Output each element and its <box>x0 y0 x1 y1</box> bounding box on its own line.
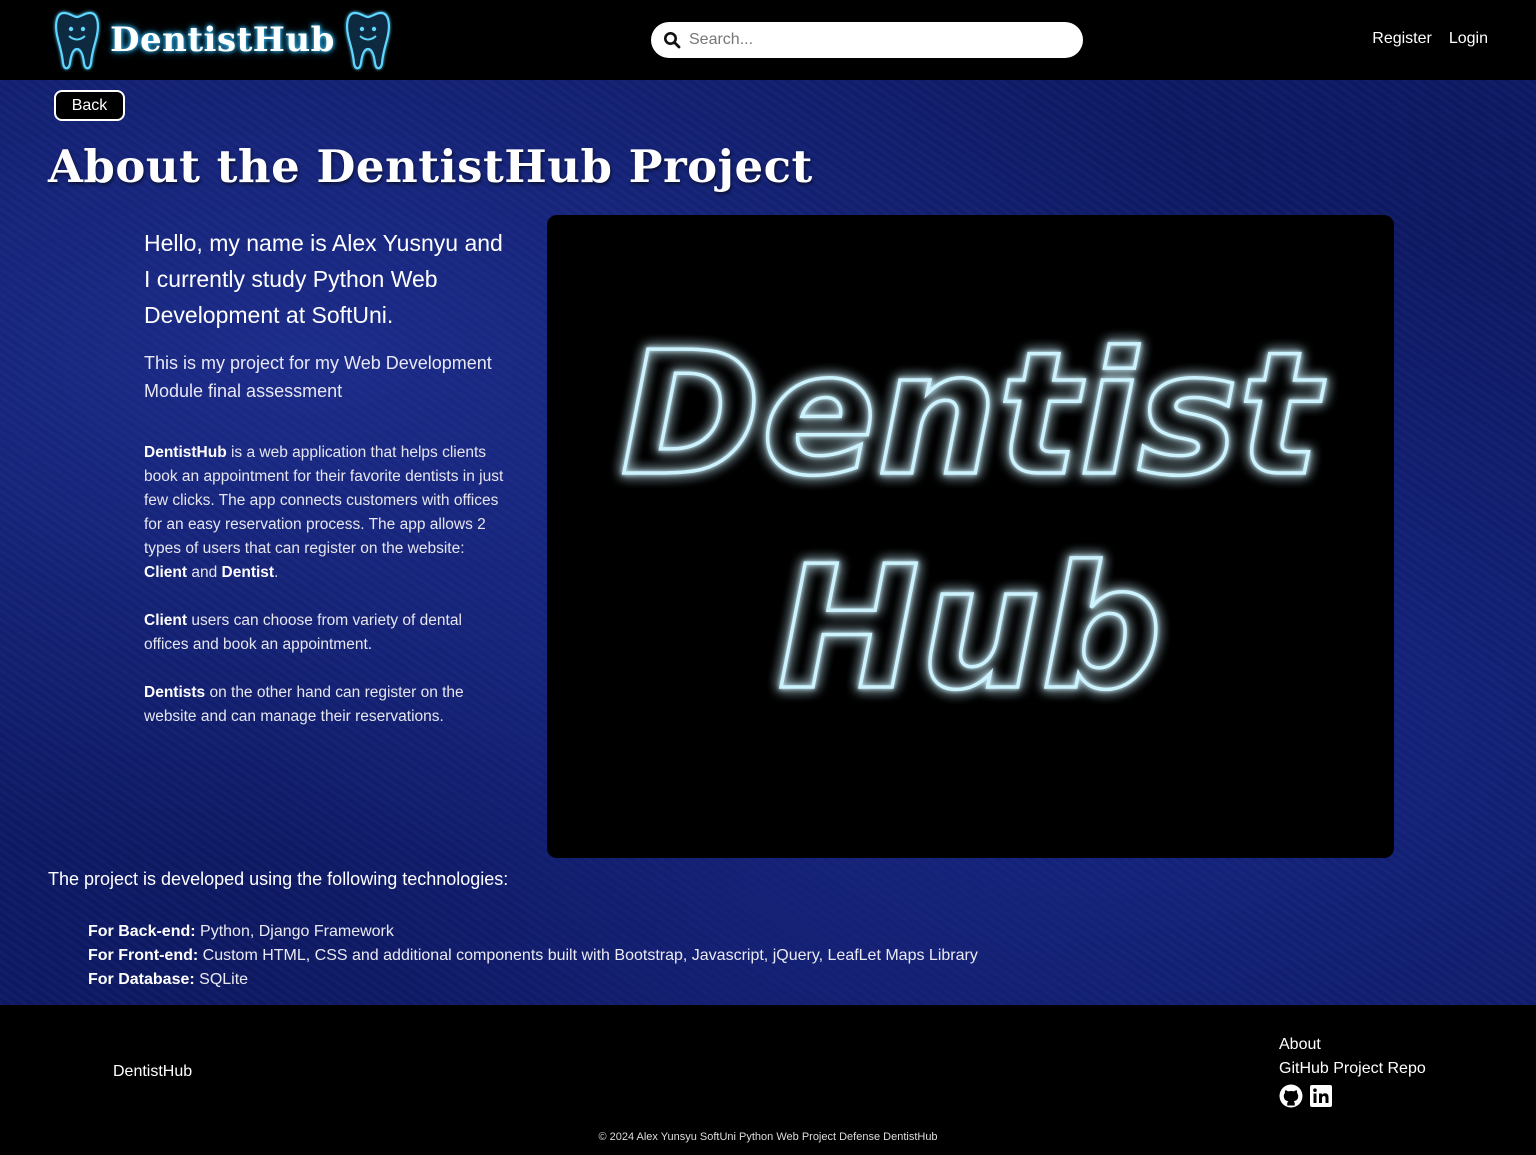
brand-name: DentistHub <box>110 20 335 60</box>
tech-label: For Back-end: <box>88 923 196 940</box>
tech-intro: The project is developed using the follo… <box>48 869 509 889</box>
subintro-text: This is my project for my Web Developmen… <box>144 353 492 401</box>
tooth-icon <box>345 11 390 70</box>
logo-line2: Hub <box>778 530 1163 728</box>
logo-line1: Dentist <box>620 316 1325 514</box>
social-links <box>1279 1084 1333 1108</box>
navbar: DentistHub Register Login <box>0 0 1536 80</box>
client-paragraph: Client users can choose from variety of … <box>144 609 504 657</box>
tech-value: Custom HTML, CSS and additional componen… <box>198 947 978 964</box>
main-content: Back About the DentistHub Project Hello,… <box>0 80 1536 1005</box>
search-icon[interactable] <box>663 31 681 49</box>
footer-brand[interactable]: DentistHub <box>113 1063 192 1081</box>
neon-logo: Dentist Hub <box>619 314 1328 730</box>
search-input[interactable] <box>689 31 1069 49</box>
tech-label: For Database: <box>88 971 195 988</box>
login-link[interactable]: Login <box>1449 30 1488 48</box>
github-repo-link[interactable]: GitHub Project Repo <box>1279 1057 1426 1081</box>
bold-text: Client <box>144 612 188 629</box>
description-paragraph: DentistHub is a web application that hel… <box>144 441 504 585</box>
text: and <box>187 564 222 581</box>
copyright: © 2024 Alex Yunsyu SoftUni Python Web Pr… <box>598 1131 938 1143</box>
tooth-icon <box>55 11 99 70</box>
dentist-paragraph: Dentists on the other hand can register … <box>144 681 504 729</box>
text: users can choose from variety of dental … <box>144 612 462 653</box>
text: . <box>274 564 279 581</box>
tech-list: For Back-end: Python, Django Framework F… <box>88 920 978 992</box>
search-bar <box>651 22 1083 58</box>
intro-text: Hello, my name is Alex Yusnyu and I curr… <box>144 230 503 328</box>
tech-label: For Front-end: <box>88 947 199 964</box>
bold-text: Client <box>144 564 188 581</box>
bold-text: Dentists <box>144 684 206 701</box>
about-link[interactable]: About <box>1279 1033 1426 1057</box>
project-description: DentistHub is a web application that hel… <box>144 441 504 729</box>
tech-value: SQLite <box>194 971 249 988</box>
page-title: About the DentistHub Project <box>48 140 813 193</box>
tech-item: For Back-end: Python, Django Framework <box>88 920 978 944</box>
back-button[interactable]: Back <box>54 90 125 121</box>
github-icon[interactable] <box>1279 1084 1303 1108</box>
footer: DentistHub About GitHub Project Repo © 2… <box>0 1005 1536 1155</box>
bold-text: DentistHub <box>144 444 227 461</box>
tech-value: Python, Django Framework <box>195 923 394 940</box>
dentisthub-logo-image: Dentist Hub <box>547 215 1394 858</box>
register-link[interactable]: Register <box>1372 30 1432 48</box>
brand-logo[interactable]: DentistHub <box>52 6 393 74</box>
linkedin-icon[interactable] <box>1309 1084 1333 1108</box>
auth-nav: Register Login <box>1372 30 1488 48</box>
tech-item: For Database: SQLite <box>88 968 978 992</box>
bold-text: Dentist <box>221 564 275 581</box>
about-text: Hello, my name is Alex Yusnyu and I curr… <box>144 225 504 729</box>
footer-links: About GitHub Project Repo <box>1279 1033 1426 1081</box>
tech-item: For Front-end: Custom HTML, CSS and addi… <box>88 944 978 968</box>
